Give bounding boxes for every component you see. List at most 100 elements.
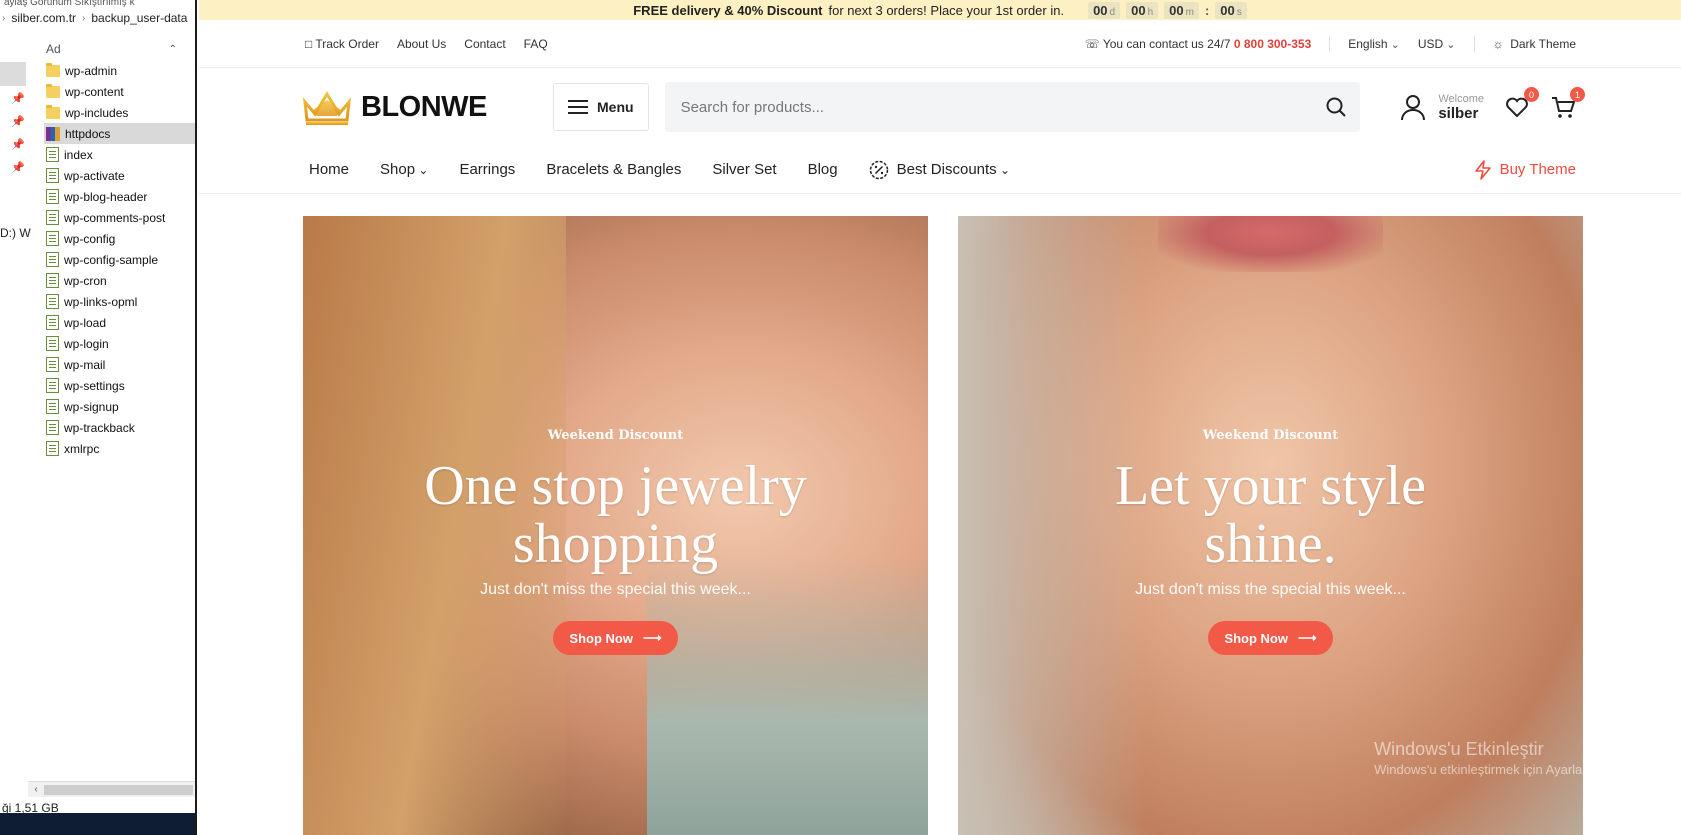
- header-actions: Welcome silber 0 1: [1400, 87, 1585, 122]
- file-list-item[interactable]: wp-mail: [44, 354, 195, 375]
- file-icon: [46, 168, 59, 183]
- file-name: wp-trackback: [64, 420, 135, 435]
- cart-button[interactable]: 1: [1550, 87, 1585, 120]
- faq-link[interactable]: FAQ: [524, 37, 548, 51]
- discount-badge-icon: [869, 160, 888, 179]
- folder-icon: [46, 83, 60, 98]
- file-list-item[interactable]: wp-signup: [44, 396, 195, 417]
- currency-select[interactable]: USD: [1418, 37, 1456, 51]
- nav-silver-set[interactable]: Silver Set: [712, 161, 776, 178]
- file-name: wp-activate: [64, 168, 125, 183]
- user-icon: [1401, 95, 1426, 121]
- sun-icon: ☼: [1492, 36, 1504, 51]
- timer-seconds: 00 s: [1215, 1, 1247, 19]
- explorer-body: 📌 📌 📌 📌 D:) W Ad ⌃ wp-admin wp-content wp-…: [0, 38, 195, 797]
- nav-shop[interactable]: Shop: [380, 161, 428, 178]
- cart-count-badge: 1: [1570, 87, 1585, 102]
- file-list-item[interactable]: wp-admin: [44, 60, 195, 81]
- logo-text: BLONWE: [361, 90, 487, 123]
- language-select[interactable]: English: [1348, 37, 1400, 51]
- column-header-name[interactable]: Ad ⌃: [44, 38, 195, 60]
- shop-now-button[interactable]: Shop Now ⟶: [553, 621, 678, 655]
- file-list-item[interactable]: index: [44, 144, 195, 165]
- file-list-item[interactable]: wp-login: [44, 333, 195, 354]
- contact-link[interactable]: Contact: [464, 37, 505, 51]
- scroll-thumb[interactable]: [44, 784, 193, 795]
- wishlist-count-badge: 0: [1524, 87, 1539, 102]
- horizontal-scrollbar[interactable]: ‹: [28, 781, 195, 797]
- nav-earrings[interactable]: Earrings: [459, 161, 515, 178]
- file-name: wp-includes: [65, 105, 129, 120]
- nav-selected-item[interactable]: [0, 62, 26, 86]
- file-name: wp-settings: [64, 378, 125, 393]
- file-name: httpdocs: [65, 126, 111, 141]
- address-bar[interactable]: › silber.com.tr › backup_user-data: [0, 8, 195, 28]
- track-order-link[interactable]: □ Track Order: [305, 37, 379, 51]
- search-input[interactable]: Search for products...: [664, 82, 1361, 132]
- wishlist-button[interactable]: 0: [1504, 87, 1539, 120]
- file-list-item[interactable]: wp-content: [44, 81, 195, 102]
- lightning-icon: [1474, 159, 1491, 180]
- file-name: wp-comments-post: [64, 210, 166, 225]
- menu-label: Menu: [597, 99, 634, 115]
- banner-kicker: Weekend Discount: [1202, 428, 1339, 443]
- nav-home[interactable]: Home: [309, 161, 349, 178]
- file-list-item[interactable]: xmlrpc: [44, 438, 195, 459]
- banner-content: Weekend Discount Let your style shine. J…: [958, 428, 1583, 655]
- file-list-item[interactable]: wp-settings: [44, 375, 195, 396]
- file-explorer-pane: aylaş Görünüm Sıkıştırılmış k › silber.c…: [0, 0, 197, 835]
- search-icon[interactable]: [1324, 95, 1348, 119]
- folder-icon: [46, 62, 60, 77]
- nav-bracelets[interactable]: Bracelets & Bangles: [546, 161, 681, 178]
- dark-theme-toggle[interactable]: ☼ Dark Theme: [1493, 37, 1576, 51]
- banner-subtitle: Just don't miss the special this week...: [480, 581, 751, 598]
- breadcrumb-segment[interactable]: backup_user-data: [91, 11, 187, 25]
- file-list-item[interactable]: httpdocs: [44, 123, 195, 144]
- folder-icon: [46, 104, 60, 119]
- welcome-label: Welcome: [1438, 92, 1484, 105]
- timer-days: 00 d: [1088, 1, 1121, 19]
- username: silber: [1438, 104, 1479, 122]
- file-name: index: [64, 147, 93, 162]
- file-list-item[interactable]: wp-activate: [44, 165, 195, 186]
- watermark-title: Windows'u Etkinleştir: [1374, 739, 1544, 759]
- pin-icon: 📌: [11, 93, 25, 105]
- account-link[interactable]: Welcome silber: [1400, 93, 1484, 122]
- file-icon: [46, 357, 59, 372]
- about-link[interactable]: About Us: [397, 37, 446, 51]
- shop-now-button[interactable]: Shop Now ⟶: [1208, 621, 1333, 655]
- file-list-item[interactable]: wp-links-opml: [44, 291, 195, 312]
- file-list-item[interactable]: wp-trackback: [44, 417, 195, 438]
- file-list-item[interactable]: wp-config: [44, 228, 195, 249]
- site-logo[interactable]: BLONWE: [303, 88, 537, 126]
- drive-label[interactable]: D:) W: [0, 226, 31, 240]
- file-list-item[interactable]: wp-includes: [44, 102, 195, 123]
- countdown-timer: 00 d 00 h 00 m : 00 s: [1088, 1, 1247, 19]
- file-list-item[interactable]: wp-comments-post: [44, 207, 195, 228]
- nav-best-discounts[interactable]: Best Discounts: [869, 160, 1010, 180]
- file-list-item[interactable]: wp-load: [44, 312, 195, 333]
- file-icon: [46, 294, 59, 309]
- scroll-left-icon[interactable]: ‹: [28, 784, 44, 795]
- breadcrumb-segment[interactable]: silber.com.tr: [11, 11, 76, 25]
- chevron-right-icon: ›: [2, 12, 6, 24]
- file-icon: [46, 399, 59, 414]
- chevron-right-icon: ›: [82, 12, 86, 24]
- file-name: wp-load: [64, 315, 107, 330]
- file-name: wp-login: [64, 336, 109, 351]
- timer-minutes: 00 m: [1164, 1, 1199, 19]
- nav-blog[interactable]: Blog: [808, 161, 838, 178]
- box-icon: □: [305, 36, 313, 51]
- hamburger-icon: [568, 100, 588, 114]
- buy-theme-link[interactable]: Buy Theme: [1474, 159, 1576, 180]
- contact-info: ☏ You can contact us 24/7 0 800 300-353: [1084, 36, 1312, 51]
- file-list-item[interactable]: wp-blog-header: [44, 186, 195, 207]
- menu-button[interactable]: Menu: [553, 83, 649, 131]
- file-icon: [46, 378, 59, 393]
- banner-jewelry[interactable]: Weekend Discount One stop jewelry shoppi…: [303, 216, 928, 835]
- file-list-item[interactable]: wp-config-sample: [44, 249, 195, 270]
- watermark-text: Windows'u etkinleştirmek için Ayarlar'a …: [1374, 762, 1631, 777]
- file-name: wp-signup: [64, 399, 119, 414]
- phone-number[interactable]: 0 800 300-353: [1234, 37, 1311, 51]
- file-list-item[interactable]: wp-cron: [44, 270, 195, 291]
